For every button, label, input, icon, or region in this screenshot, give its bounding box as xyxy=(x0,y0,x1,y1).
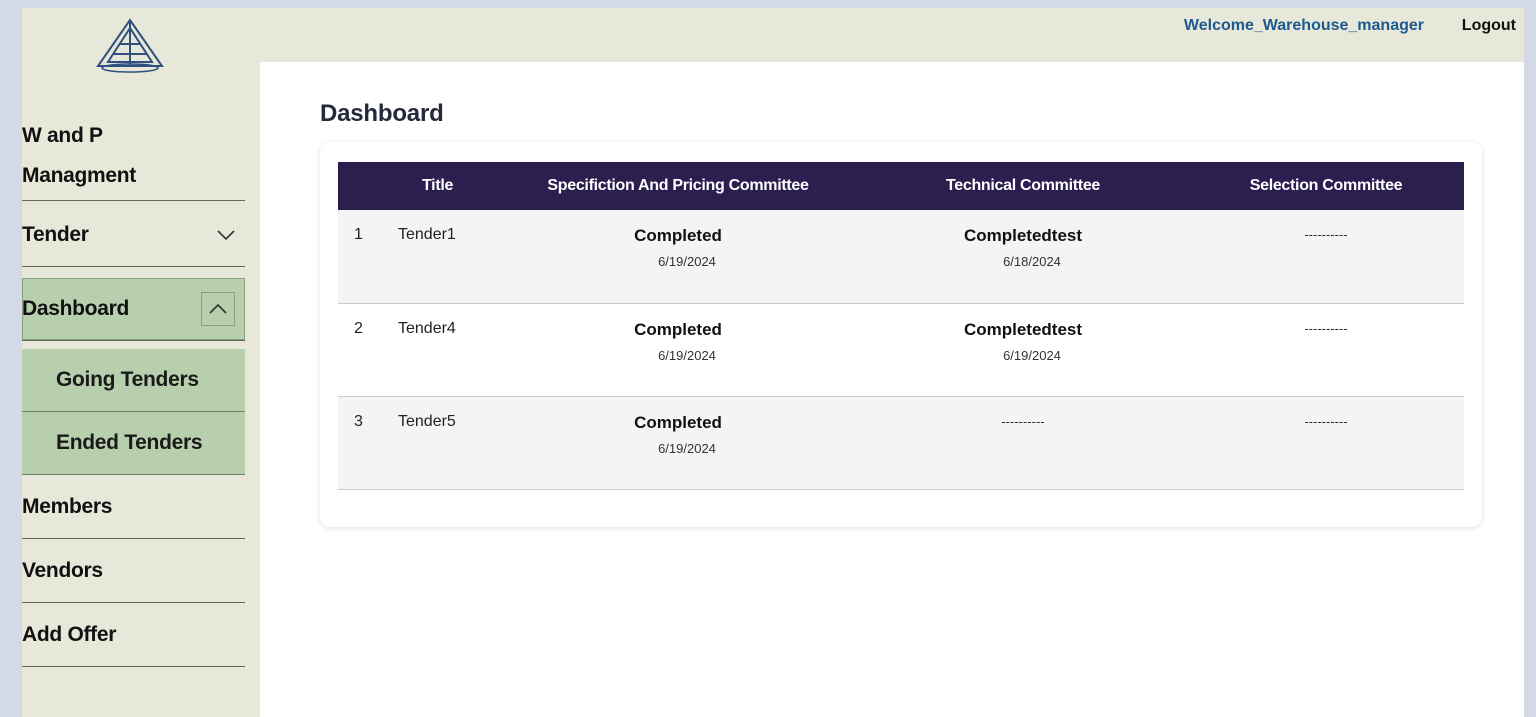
page-frame-top xyxy=(0,0,1536,8)
table-row[interactable]: 2 Tender4 Completed 6/19/2024 Completedt… xyxy=(338,303,1464,396)
sidebar-item-label: Dashboard xyxy=(22,297,129,320)
spec-date: 6/19/2024 xyxy=(658,254,716,269)
sidebar-item-label: Tender xyxy=(22,223,89,246)
selection-status: ---------- xyxy=(1304,320,1348,336)
emblem-logo-icon[interactable] xyxy=(92,14,168,74)
brand-line-2: Managment xyxy=(22,164,136,187)
spec-status: Completed xyxy=(634,319,722,339)
column-header-title[interactable]: Title xyxy=(398,162,498,210)
sidebar-item-add-offer[interactable]: Add Offer xyxy=(22,604,245,667)
table-header-row: Title Specifiction And Pricing Committee… xyxy=(338,162,1464,210)
technical-cell: Completedtest 6/18/2024 xyxy=(858,210,1188,303)
sidebar-item-tender[interactable]: Tender xyxy=(22,204,245,267)
top-bar: Welcome_Warehouse_manager Logout xyxy=(260,8,1524,62)
selection-cell: ---------- xyxy=(1188,210,1464,303)
page-title: Dashboard xyxy=(320,100,444,127)
chevron-up-icon[interactable] xyxy=(201,292,235,326)
logout-link[interactable]: Logout xyxy=(1462,17,1516,35)
selection-status: ---------- xyxy=(1304,227,1348,242)
welcome-user-link[interactable]: Welcome_Warehouse_manager xyxy=(1184,17,1424,35)
dashboard-card: Title Specifiction And Pricing Committee… xyxy=(320,142,1482,527)
sidebar-item-members[interactable]: Members xyxy=(22,476,245,539)
selection-cell: ---------- xyxy=(1188,396,1464,489)
column-header-number xyxy=(338,162,398,210)
column-header-technical[interactable]: Technical Committee xyxy=(858,162,1188,210)
sidebar-subitem-label: Ended Tenders xyxy=(56,431,203,454)
selection-status: ---------- xyxy=(1304,413,1348,429)
brand-title: W and P Managment xyxy=(22,116,245,201)
tech-status: Completedtest xyxy=(963,226,1083,245)
spec-status: Completed xyxy=(634,412,722,432)
sidebar: W and P Managment Tender Dashboard Going… xyxy=(22,8,260,717)
table-row[interactable]: 1 Tender1 Completed 6/19/2024 Completedt… xyxy=(338,210,1464,303)
technical-cell: ---------- xyxy=(858,396,1188,489)
spec-status: Completed xyxy=(634,226,722,245)
brand-line-1: W and P xyxy=(22,124,103,147)
sidebar-item-label: Vendors xyxy=(22,559,103,582)
spec-date: 6/19/2024 xyxy=(658,440,716,456)
chevron-down-icon[interactable] xyxy=(217,226,235,244)
tech-date: 6/18/2024 xyxy=(1003,254,1061,269)
column-header-selection[interactable]: Selection Committee xyxy=(1188,162,1464,210)
spec-pricing-cell: Completed 6/19/2024 xyxy=(498,396,858,489)
row-number: 1 xyxy=(354,226,363,243)
row-number: 3 xyxy=(354,412,363,430)
sidebar-subitem-going-tenders[interactable]: Going Tenders xyxy=(22,349,245,412)
main-content: Dashboard Title Specifiction And Pricing… xyxy=(260,62,1524,717)
page-frame-right xyxy=(1524,0,1536,717)
tech-status: Completedtest xyxy=(963,319,1083,339)
technical-cell: Completedtest 6/19/2024 xyxy=(858,303,1188,396)
tender-title[interactable]: Tender4 xyxy=(398,303,498,396)
sidebar-subitem-label: Going Tenders xyxy=(56,368,199,391)
page-frame-left xyxy=(0,0,22,717)
tech-status: ---------- xyxy=(1001,413,1045,429)
spec-date: 6/19/2024 xyxy=(658,347,716,363)
column-header-spec-pricing[interactable]: Specifiction And Pricing Committee xyxy=(498,162,858,210)
table-row[interactable]: 3 Tender5 Completed 6/19/2024 ----------… xyxy=(338,396,1464,489)
selection-cell: ---------- xyxy=(1188,303,1464,396)
tenders-table: Title Specifiction And Pricing Committee… xyxy=(338,162,1464,490)
sidebar-subitem-ended-tenders[interactable]: Ended Tenders xyxy=(22,412,245,475)
spec-pricing-cell: Completed 6/19/2024 xyxy=(498,210,858,303)
sidebar-item-label: Members xyxy=(22,495,113,518)
tender-title[interactable]: Tender1 xyxy=(398,210,498,303)
sidebar-item-vendors[interactable]: Vendors xyxy=(22,540,245,603)
spec-pricing-cell: Completed 6/19/2024 xyxy=(498,303,858,396)
row-number: 2 xyxy=(354,319,363,337)
tech-date: 6/19/2024 xyxy=(1003,347,1061,363)
sidebar-item-dashboard[interactable]: Dashboard xyxy=(22,278,245,341)
tender-title[interactable]: Tender5 xyxy=(398,396,498,489)
sidebar-item-label: Add Offer xyxy=(22,623,117,646)
